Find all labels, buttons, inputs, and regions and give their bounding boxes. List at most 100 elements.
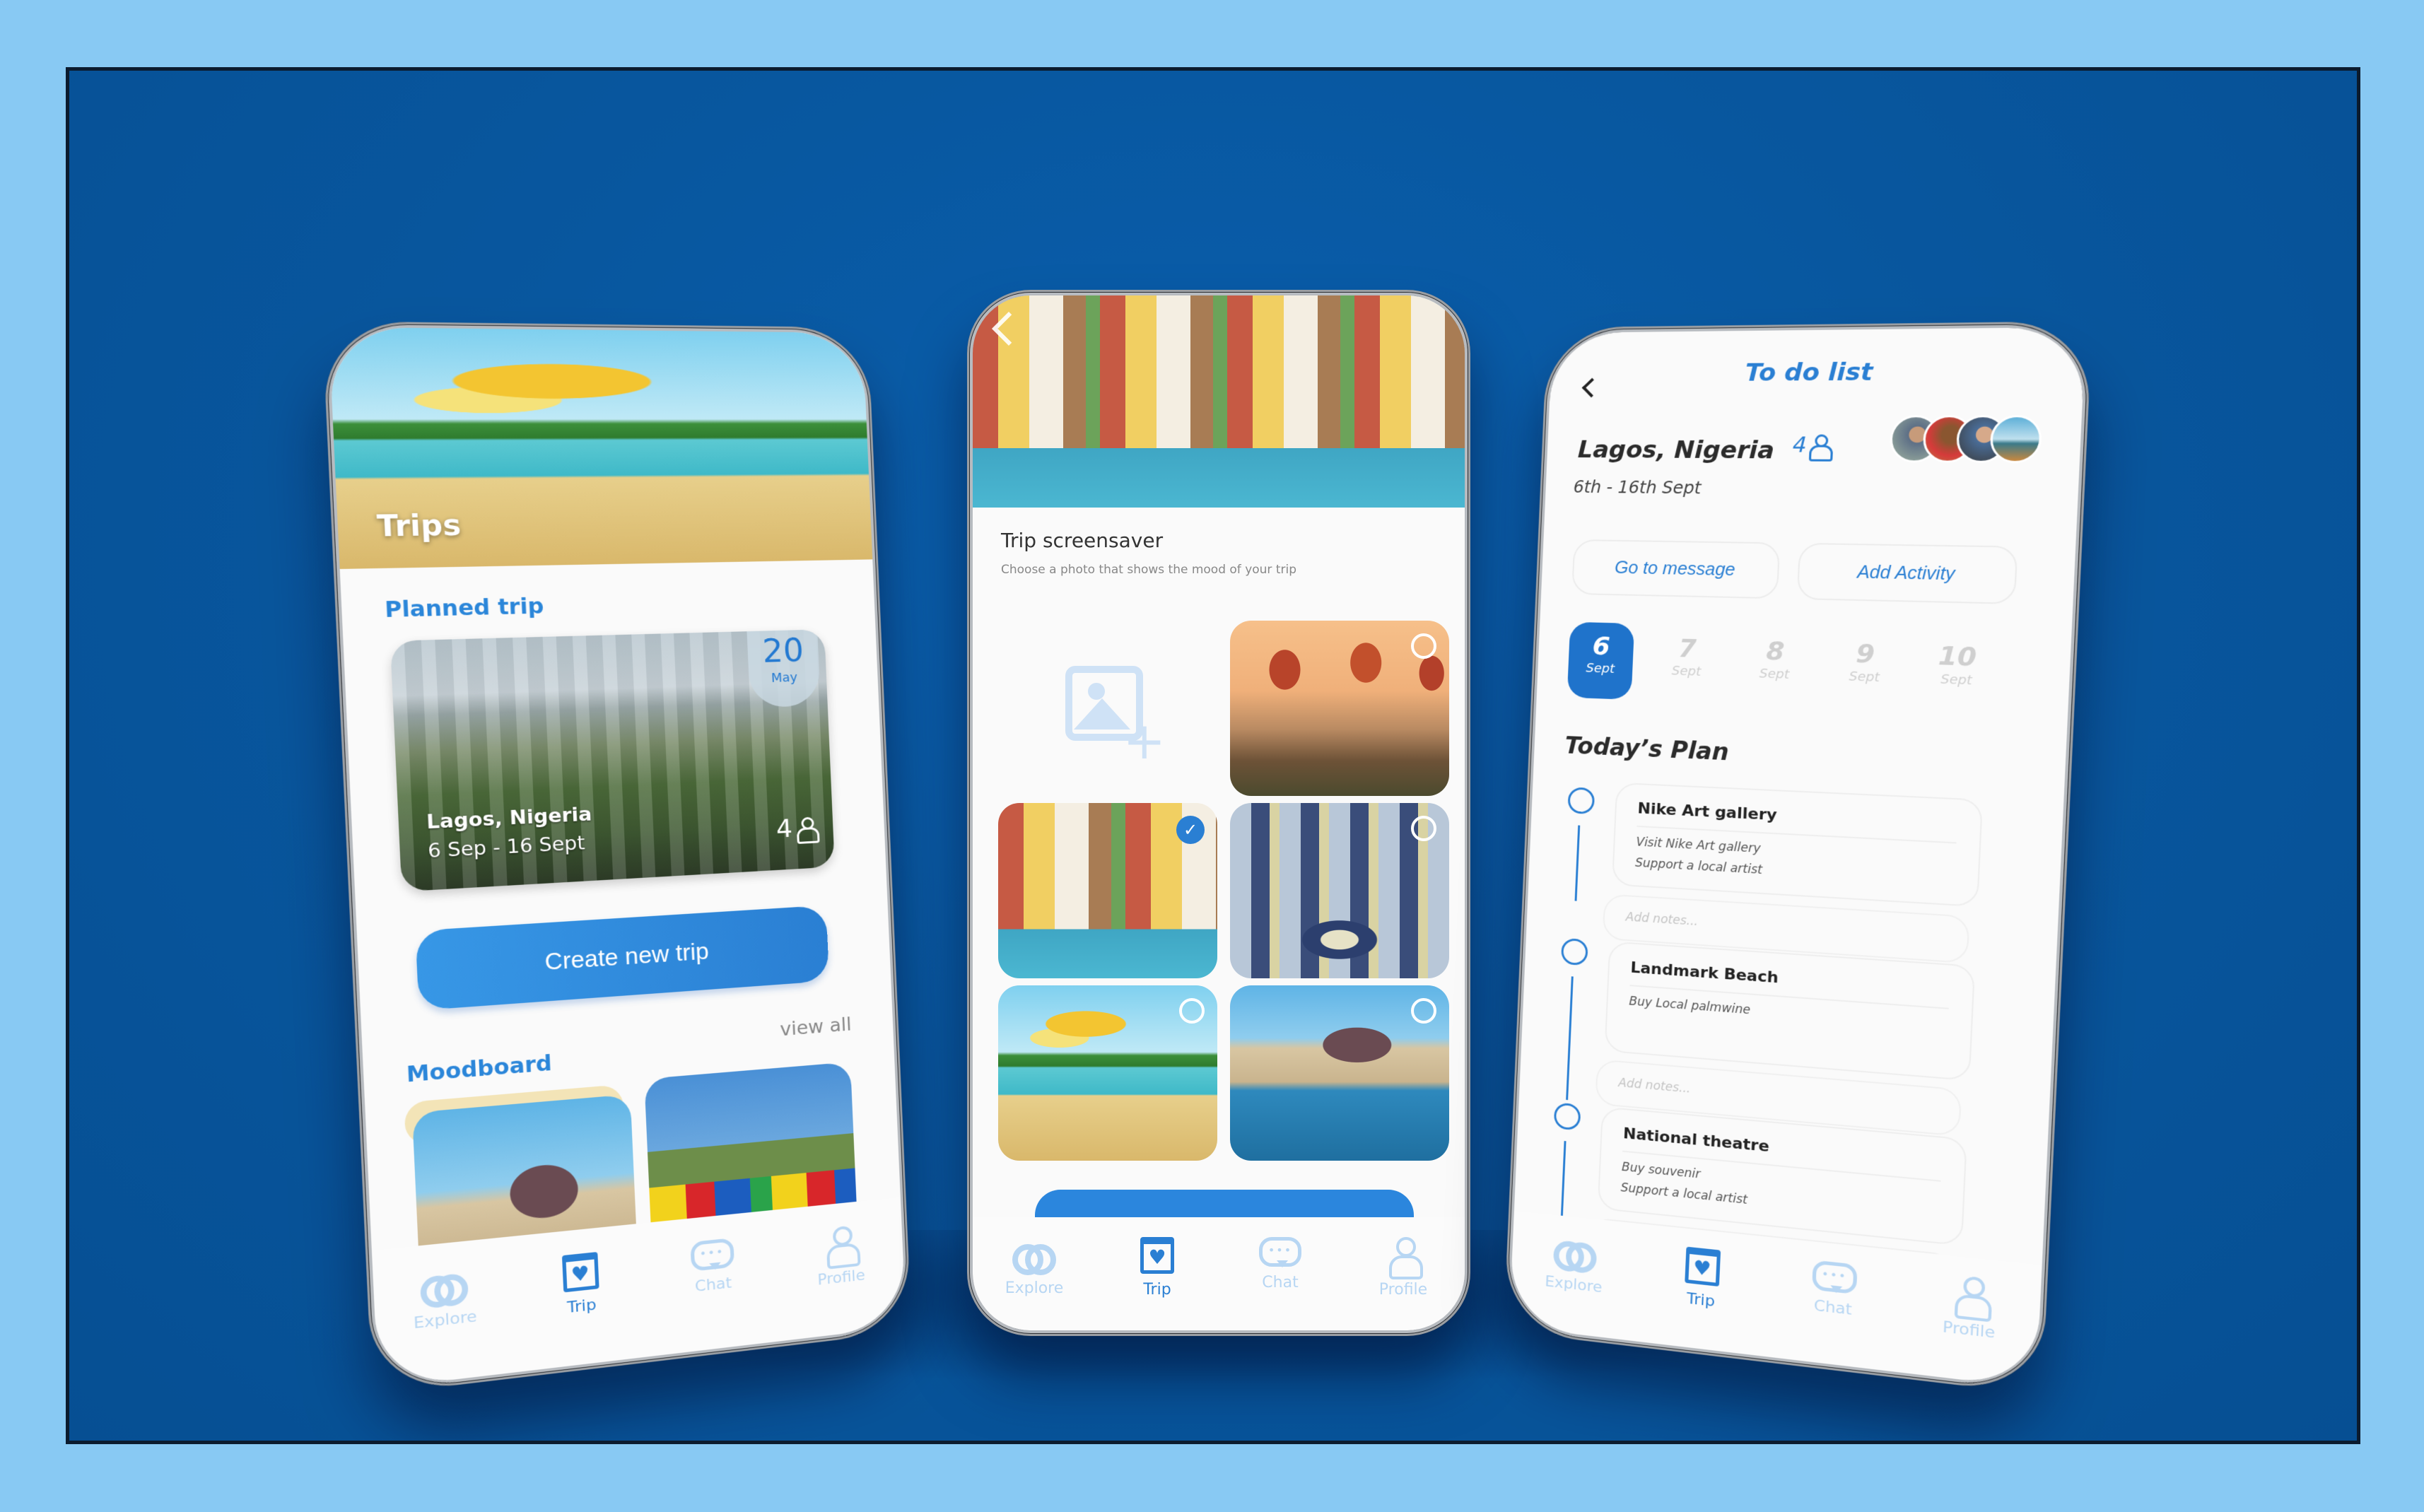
- go-to-message-button[interactable]: Go to message: [1571, 539, 1781, 599]
- day-number: 9: [1855, 639, 1875, 669]
- phone-screensaver: Trip screensaver Choose a photo that sho…: [967, 290, 1470, 1336]
- profile-icon: [1389, 1237, 1423, 1279]
- tab-profile[interactable]: Profile: [1350, 1237, 1456, 1299]
- planned-trip-card[interactable]: 20 May Lagos, Nigeria 6 Sep - 16 Sept 4: [390, 629, 835, 892]
- chat-bubble-icon: [1259, 1237, 1301, 1267]
- tab-trip[interactable]: Trip: [1104, 1237, 1210, 1299]
- photo-option[interactable]: [1230, 803, 1449, 978]
- day-number: 6: [1591, 632, 1611, 661]
- todays-plan-heading: Today’s Plan: [1564, 732, 1730, 766]
- tab-label: Profile: [1378, 1281, 1428, 1299]
- photo-option[interactable]: [1230, 985, 1449, 1161]
- profile-icon: [825, 1225, 855, 1264]
- traveler-avatars[interactable]: [1889, 415, 2043, 464]
- create-new-trip-button[interactable]: Create new trip: [415, 905, 830, 1011]
- chat-bubble-icon: [689, 1238, 734, 1272]
- traveler-count: 4: [1792, 433, 1829, 457]
- tab-label: Profile: [1942, 1318, 1996, 1342]
- binoculars-icon: [1552, 1233, 1597, 1272]
- day-month: Sept: [1849, 669, 1880, 686]
- trip-dates: 6 Sep - 16 Sept: [427, 832, 586, 863]
- trip-dates: 6th - 16th Sept: [1573, 477, 1702, 498]
- trip-date-day: 20: [761, 631, 805, 670]
- day-month: Sept: [1671, 663, 1702, 679]
- add-activity-button[interactable]: Add Activity: [1796, 542, 2018, 604]
- day-chip[interactable]: 9 Sept: [1829, 628, 1901, 709]
- add-image-icon: +: [1065, 666, 1166, 766]
- trip-city: Lagos, Nigeria: [426, 803, 593, 834]
- tab-chat[interactable]: Chat: [1777, 1256, 1891, 1323]
- tab-explore[interactable]: Explore: [981, 1237, 1087, 1297]
- traveler-count: 4: [775, 814, 815, 844]
- tab-label: Explore: [1544, 1272, 1603, 1297]
- tab-label: Chat: [1813, 1296, 1853, 1319]
- view-all-link[interactable]: view all: [780, 1014, 852, 1041]
- radio-unselected-icon[interactable]: [1411, 998, 1436, 1024]
- tab-explore[interactable]: Explore: [1521, 1229, 1628, 1299]
- page-title: Trips: [376, 509, 462, 544]
- tab-trip[interactable]: Trip: [1647, 1243, 1757, 1315]
- tab-chat[interactable]: Chat: [1227, 1237, 1333, 1291]
- day-chip[interactable]: 8 Sept: [1740, 626, 1810, 706]
- day-month: Sept: [1586, 660, 1615, 676]
- profile-icon: [1954, 1275, 1986, 1316]
- radio-unselected-icon[interactable]: [1179, 998, 1205, 1024]
- day-chip[interactable]: 10 Sept: [1920, 631, 1993, 713]
- upload-photo-button[interactable]: +: [998, 621, 1217, 796]
- calendar-heart-icon: [1140, 1237, 1174, 1274]
- day-month: Sept: [1759, 666, 1790, 682]
- day-number: 7: [1678, 634, 1697, 664]
- day-chip[interactable]: 7 Sept: [1652, 624, 1721, 703]
- photo-option[interactable]: [1230, 621, 1449, 796]
- phone-trips: Trips Planned trip 20 May Lagos, Nigeria…: [322, 321, 912, 1395]
- tab-label: Profile: [817, 1266, 866, 1289]
- tab-profile[interactable]: Profile: [1911, 1270, 2030, 1345]
- binoculars-icon: [1012, 1237, 1056, 1275]
- screensaver-subtitle: Choose a photo that shows the mood of yo…: [1001, 563, 1296, 577]
- timeline-line: [1560, 1141, 1567, 1217]
- person-icon: [1809, 434, 1829, 457]
- page-title: To do list: [1744, 358, 1874, 387]
- tab-label: Explore: [1005, 1279, 1064, 1297]
- day-number: 8: [1765, 636, 1786, 667]
- calendar-heart-icon: [561, 1252, 599, 1293]
- binoculars-icon: [419, 1265, 469, 1306]
- tab-label: Trip: [1686, 1289, 1716, 1311]
- photo-option[interactable]: [998, 985, 1217, 1161]
- radio-unselected-icon[interactable]: [1411, 816, 1436, 841]
- mockup-stage: Trips Planned trip 20 May Lagos, Nigeria…: [66, 67, 2360, 1444]
- tab-label: Trip: [566, 1296, 597, 1318]
- trip-date-badge: 20 May: [746, 629, 821, 708]
- tab-explore[interactable]: Explore: [385, 1262, 503, 1335]
- radio-unselected-icon[interactable]: [1411, 633, 1436, 659]
- activity-card[interactable]: Nike Art gallery Visit Nike Art gallery …: [1611, 782, 1984, 908]
- activity-checkbox[interactable]: [1560, 937, 1588, 966]
- planned-trip-heading: Planned trip: [384, 594, 545, 623]
- tab-chat[interactable]: Chat: [657, 1234, 768, 1299]
- day-number: 10: [1937, 641, 1977, 673]
- day-selector: 6 Sept 7 Sept 8 Sept 9 Sept 10 Sept: [1567, 621, 2025, 714]
- tab-label: Chat: [1262, 1274, 1299, 1291]
- trip-date-month: May: [771, 670, 798, 686]
- moodboard-heading: Moodboard: [406, 1050, 553, 1088]
- day-chip-selected[interactable]: 6 Sept: [1567, 621, 1635, 700]
- activity-name: Nike Art gallery: [1637, 799, 1958, 844]
- tab-label: Chat: [694, 1274, 732, 1296]
- screensaver-screen: Trip screensaver Choose a photo that sho…: [973, 295, 1465, 1330]
- traveler-count-value: 4: [775, 814, 793, 844]
- timeline-line: [1566, 976, 1574, 1101]
- check-selected-icon[interactable]: ✓: [1176, 816, 1205, 844]
- timeline-line: [1574, 825, 1581, 901]
- photo-option-selected[interactable]: ✓: [998, 803, 1217, 978]
- activity-checkbox[interactable]: [1553, 1102, 1581, 1131]
- tab-bar: Explore Trip Chat Profile: [973, 1217, 1465, 1330]
- tab-profile[interactable]: Profile: [787, 1221, 894, 1292]
- trips-screen: Trips Planned trip 20 May Lagos, Nigeria…: [328, 327, 906, 1389]
- trip-city: Lagos, Nigeria: [1577, 435, 1775, 465]
- tab-label: Trip: [1143, 1281, 1171, 1299]
- tab-trip[interactable]: Trip: [523, 1248, 637, 1322]
- activity-card[interactable]: Landmark Beach Buy Local palmwine: [1604, 941, 1976, 1082]
- todo-screen: To do list Lagos, Nigeria 4 6th - 16th S…: [1509, 327, 2086, 1389]
- activity-checkbox[interactable]: [1567, 787, 1595, 815]
- chat-bubble-icon: [1811, 1260, 1858, 1295]
